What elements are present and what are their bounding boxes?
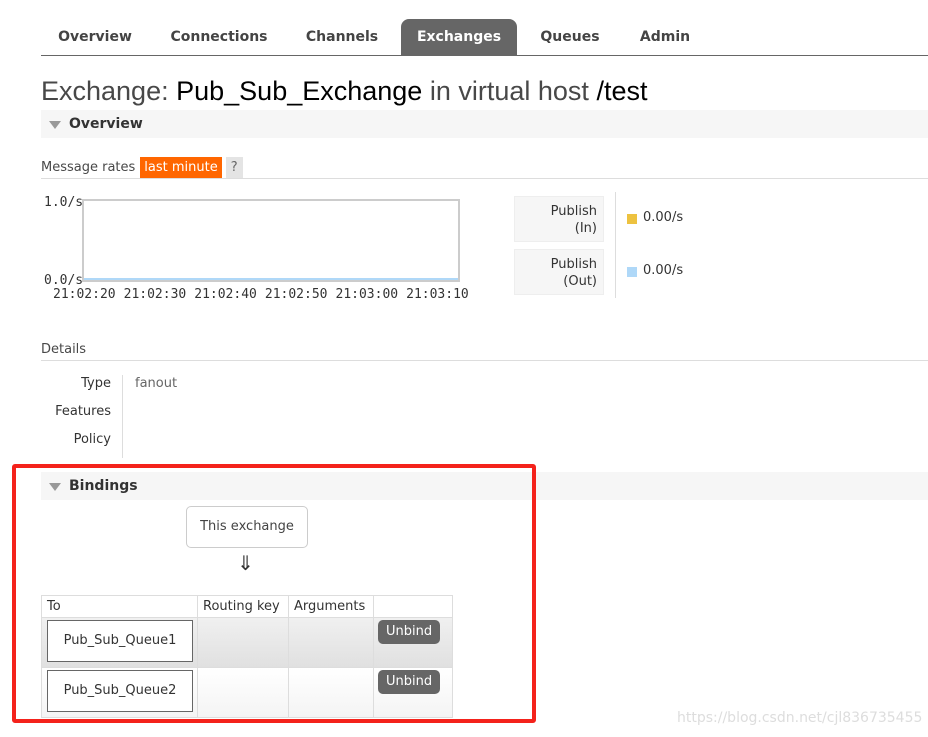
tab-admin[interactable]: Admin xyxy=(625,19,705,55)
x-tick-label: 21:03:00 xyxy=(335,287,399,302)
tab-connections[interactable]: Connections xyxy=(159,19,279,55)
details-label: Details xyxy=(41,342,87,357)
watermark: https://blog.csdn.net/cjl836735455 xyxy=(677,710,923,726)
legend-label: (Out) xyxy=(563,274,597,289)
x-axis: 21:02:20 21:02:30 21:02:40 21:02:50 21:0… xyxy=(53,287,469,302)
rate-chart xyxy=(82,199,460,282)
message-rates-row: Message rates last minute ? xyxy=(41,157,243,178)
tab-exchanges[interactable]: Exchanges xyxy=(401,19,517,55)
publish-out-rate: 0.00/s xyxy=(643,263,684,278)
legend-label: Publish xyxy=(550,204,597,219)
nav-divider xyxy=(41,55,928,56)
type-value: fanout xyxy=(135,376,178,391)
x-tick-label: 21:02:20 xyxy=(53,287,116,302)
publish-in-rate: 0.00/s xyxy=(643,210,684,225)
tab-channels[interactable]: Channels xyxy=(290,19,394,55)
y-tick-label: 0.0/s xyxy=(44,273,84,288)
range-selector[interactable]: last minute xyxy=(140,157,222,178)
collapse-triangle-icon xyxy=(49,121,61,129)
tab-overview[interactable]: Overview xyxy=(41,19,149,55)
x-tick-label: 21:03:10 xyxy=(406,287,469,302)
legend-label: (In) xyxy=(574,221,597,236)
y-tick-label: 1.0/s xyxy=(44,195,84,210)
legend-publish-in: Publish (In) xyxy=(514,196,604,242)
highlight-annotation xyxy=(12,464,536,723)
policy-label: Policy xyxy=(73,432,111,447)
x-tick-label: 21:02:50 xyxy=(264,287,328,302)
exchange-name: Pub_Sub_Exchange xyxy=(176,76,423,106)
vhost-name: /test xyxy=(596,76,648,106)
title-prefix: Exchange: xyxy=(41,76,169,106)
divider xyxy=(41,178,928,179)
type-label: Type xyxy=(81,376,111,391)
series-line-publish-out xyxy=(84,278,458,280)
page-title: Exchange: Pub_Sub_Exchange in virtual ho… xyxy=(41,76,647,107)
overview-section-header[interactable]: Overview xyxy=(41,110,928,138)
x-tick-label: 21:02:30 xyxy=(123,287,187,302)
color-swatch-icon xyxy=(627,214,637,224)
legend-divider xyxy=(615,192,616,298)
legend-publish-out: Publish (Out) xyxy=(514,249,604,295)
features-label: Features xyxy=(55,404,111,419)
section-title: Overview xyxy=(69,116,143,132)
help-button[interactable]: ? xyxy=(225,157,243,178)
legend-label: Publish xyxy=(550,257,597,272)
x-tick-label: 21:02:40 xyxy=(194,287,257,302)
title-mid: in virtual host xyxy=(429,76,589,106)
tab-queues[interactable]: Queues xyxy=(528,19,612,55)
divider xyxy=(41,360,928,361)
color-swatch-icon xyxy=(627,267,637,277)
message-rates-label: Message rates xyxy=(41,160,136,175)
details-divider xyxy=(122,375,123,458)
